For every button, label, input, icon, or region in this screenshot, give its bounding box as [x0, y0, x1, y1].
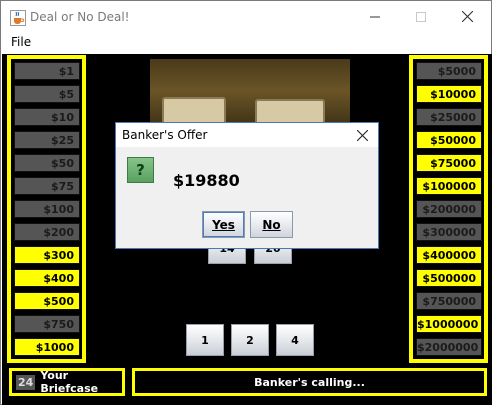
menu-file[interactable]: File: [11, 35, 31, 49]
amount-750: $750: [14, 315, 80, 333]
amount-300: $300: [14, 246, 80, 264]
amount-500: $500: [14, 292, 80, 310]
amount-2000000: $2000000: [416, 338, 482, 356]
amount-750000: $750000: [416, 292, 482, 310]
dialog-title-bar: Banker's Offer: [116, 123, 378, 147]
status-panel: Banker's calling...: [132, 368, 487, 396]
dialog-close-button[interactable]: [352, 126, 372, 144]
offer-amount: $19880: [173, 171, 240, 190]
briefcase-number: 24: [16, 374, 36, 390]
left-amounts-list: $1 $5 $10 $25 $50 $75 $100 $200 $300 $40…: [11, 59, 82, 359]
app-window: Deal or No Deal! File $1 $5 $10 $25 $50 …: [0, 0, 492, 405]
amount-400: $400: [14, 269, 80, 287]
close-icon: [356, 129, 368, 141]
dialog-title: Banker's Offer: [122, 128, 208, 142]
right-amounts-panel: $5000 $10000 $25000 $50000 $75000 $10000…: [409, 55, 488, 363]
amount-5000: $5000: [416, 62, 482, 80]
no-button[interactable]: No: [250, 211, 293, 238]
dialog-body: ? $19880 Yes No: [116, 147, 378, 248]
amount-1000000: $1000000: [416, 315, 482, 333]
amount-300000: $300000: [416, 223, 482, 241]
amount-50000: $50000: [416, 131, 482, 149]
yes-button-label: Yes: [212, 217, 235, 232]
window-title: Deal or No Deal!: [30, 10, 130, 24]
case-4-button[interactable]: 4: [276, 324, 314, 356]
no-button-label: No: [262, 217, 281, 232]
amount-500000: $500000: [416, 269, 482, 287]
amount-75: $75: [14, 177, 80, 195]
amount-5: $5: [14, 85, 80, 103]
bankers-offer-dialog: Banker's Offer ? $19880 Yes No: [115, 122, 379, 249]
amount-1000: $1000: [14, 338, 80, 356]
minimize-button[interactable]: [352, 1, 398, 32]
amount-25: $25: [14, 131, 80, 149]
right-amounts-list: $5000 $10000 $25000 $50000 $75000 $10000…: [413, 59, 484, 359]
status-text: Banker's calling...: [135, 371, 484, 393]
menu-bar: File: [1, 32, 491, 54]
amount-100000: $100000: [416, 177, 482, 195]
close-icon: [461, 11, 473, 22]
your-briefcase: 24 Your Briefcase: [12, 369, 122, 395]
maximize-icon: [416, 11, 426, 22]
amount-200: $200: [14, 223, 80, 241]
amount-200000: $200000: [416, 200, 482, 218]
title-bar: Deal or No Deal!: [1, 1, 491, 32]
question-icon: ?: [127, 157, 154, 183]
close-button[interactable]: [444, 1, 490, 32]
left-amounts-panel: $1 $5 $10 $25 $50 $75 $100 $200 $300 $40…: [7, 55, 86, 363]
java-cup-icon: [10, 10, 26, 26]
briefcase-label: Your Briefcase: [40, 369, 99, 395]
amount-100: $100: [14, 200, 80, 218]
amount-10000: $10000: [416, 85, 482, 103]
case-1-button[interactable]: 1: [186, 324, 224, 356]
case-2-button[interactable]: 2: [231, 324, 269, 356]
amount-50: $50: [14, 154, 80, 172]
maximize-button[interactable]: [398, 1, 444, 32]
amount-25000: $25000: [416, 108, 482, 126]
yes-button[interactable]: Yes: [202, 211, 245, 238]
amount-400000: $400000: [416, 246, 482, 264]
minimize-icon: [370, 16, 380, 17]
amount-1: $1: [14, 62, 80, 80]
your-briefcase-panel: 24 Your Briefcase: [9, 368, 125, 396]
amount-10: $10: [14, 108, 80, 126]
amount-75000: $75000: [416, 154, 482, 172]
